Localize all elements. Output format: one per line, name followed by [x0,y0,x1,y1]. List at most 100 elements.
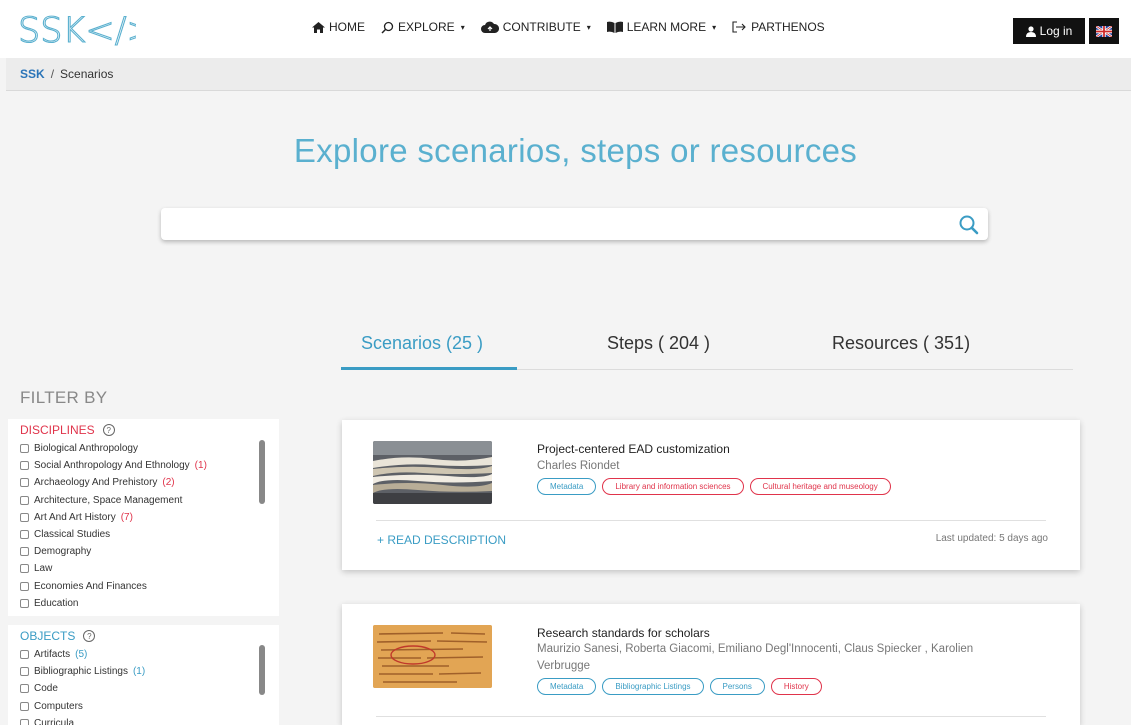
help-icon[interactable]: ? [102,424,115,436]
help-icon[interactable]: ? [83,630,96,642]
cloud-upload-icon [480,21,499,33]
login-label: Log in [1039,24,1073,38]
tag-history[interactable]: History [770,678,822,695]
scenario-tags: Metadata Bibliographic Listings Persons … [537,678,822,695]
user-icon [1025,25,1036,37]
nav-home[interactable]: HOME [312,20,365,34]
search-icon[interactable] [958,214,980,236]
filter-option-label: Classical Studies [34,529,111,541]
card-divider [376,520,1046,521]
svg-text:SSK</>: SSK</> [18,11,136,48]
filter-option-label: Archaeology And Prehistory [34,477,158,489]
tag-metadata[interactable]: Metadata [537,478,597,495]
active-tab-indicator [341,367,517,370]
filter-checkbox[interactable] [20,512,29,522]
search-input[interactable] [161,208,988,240]
nav-learn-more[interactable]: LEARN MORE ▾ [606,20,717,34]
filter-option-label: Curricula [34,717,75,725]
filter-checkbox[interactable] [20,650,29,660]
filter-option[interactable]: Computers [20,698,267,715]
filter-checkbox[interactable] [20,564,29,574]
scenario-thumbnail[interactable] [373,441,492,504]
filter-option-label: Bibliographic Listings [34,666,128,678]
filter-option-label: Code [34,683,58,695]
tag-metadata[interactable]: Metadata [537,678,597,695]
uk-flag-icon [1096,25,1112,37]
nav-contribute[interactable]: CONTRIBUTE ▾ [480,20,591,34]
filter-checkbox[interactable] [20,495,29,505]
scenario-authors: Charles Riondet [537,460,620,472]
filter-option[interactable]: Curricula [20,715,267,725]
nav-parthenos[interactable]: PARTHENOS [732,20,825,34]
nav-explore-label: EXPLORE [398,20,455,34]
ssk-logo[interactable]: SSK</> [18,10,136,48]
tab-scenarios[interactable]: Scenarios (25 ) [361,333,483,354]
read-description-button[interactable]: + READ DESCRIPTION [377,533,506,547]
objects-label: OBJECTS [20,629,76,643]
disciplines-scrollbar[interactable] [259,440,265,504]
filter-option[interactable]: Demography [20,543,267,560]
filter-option[interactable]: Social Anthropology And Ethnology (1) [20,457,267,474]
tab-steps[interactable]: Steps ( 204 ) [607,333,710,354]
filter-option-label: Computers [34,700,83,712]
filter-option[interactable]: Archaeology And Prehistory (2) [20,474,267,491]
tag-cultural-heritage[interactable]: Cultural heritage and museology [749,478,891,495]
filter-group-disciplines: DISCIPLINES ? Biological Anthropology Soc… [8,419,279,616]
login-button[interactable]: Log in [1013,18,1085,44]
filter-checkbox[interactable] [20,461,29,471]
filter-option-count: (1) [132,666,146,678]
filter-option[interactable]: Classical Studies [20,526,267,543]
tag-persons[interactable]: Persons [709,678,765,695]
filter-checkbox[interactable] [20,478,29,488]
filter-checkbox[interactable] [20,547,29,557]
filter-option[interactable]: Economies And Finances [20,578,267,595]
filter-option-count: (1) [194,460,207,472]
scenario-thumbnail[interactable] [373,625,492,688]
tag-bibliographic-listings[interactable]: Bibliographic Listings [602,678,704,695]
filter-checkbox[interactable] [20,598,29,608]
top-navbar: SSK</> HOME EXPLORE ▾ CONTRIBUTE ▾ LEARN… [0,0,1131,58]
objects-scrollbar[interactable] [259,645,265,695]
nav-parthenos-label: PARTHENOS [751,20,825,34]
breadcrumb: SSK / Scenarios [6,58,1131,91]
filter-option-label: Art And Art History [34,511,116,523]
scenario-card: Research standards for scholars Maurizio… [342,604,1080,725]
filter-option-label: Law [34,563,53,575]
filter-option[interactable]: Education [20,595,267,612]
nav-explore[interactable]: EXPLORE ▾ [381,20,465,34]
breadcrumb-root-link[interactable]: SSK [20,67,45,81]
filter-title: FILTER BY [20,388,108,407]
scenario-title[interactable]: Project-centered EAD customization [537,442,730,456]
filter-option[interactable]: Art And Art History (7) [20,509,267,526]
search-icon [381,21,394,34]
filter-checkbox[interactable] [20,581,29,591]
last-updated: Last updated: 5 days ago [935,533,1048,544]
chevron-down-icon: ▾ [460,22,465,32]
main-nav: HOME EXPLORE ▾ CONTRIBUTE ▾ LEARN MORE ▾… [312,20,825,34]
filter-option[interactable]: Bibliographic Listings (1) [20,663,267,680]
filter-option[interactable]: Law [20,560,267,577]
chevron-down-icon: ▾ [712,22,717,32]
filter-checkbox[interactable] [20,684,29,694]
scenario-title[interactable]: Research standards for scholars [537,626,710,640]
filter-option-label: Social Anthropology And Ethnology [34,460,190,472]
filter-option[interactable]: Code [20,680,267,697]
scenario-authors: Maurizio Sanesi, Roberta Giacomi, Emilia… [537,643,974,672]
tag-library-information-sciences[interactable]: Library and information sciences [602,478,744,495]
nav-home-label: HOME [329,20,365,34]
filter-checkbox[interactable] [20,530,29,540]
language-button[interactable] [1089,18,1119,44]
filter-checkbox[interactable] [20,444,29,454]
filter-checkbox[interactable] [20,667,29,677]
scenario-tags: Metadata Library and information science… [537,478,891,495]
filter-option-label: Economies And Finances [34,580,147,592]
tab-resources[interactable]: Resources ( 351) [832,333,970,354]
filter-option[interactable]: Architecture, Space Management [20,492,267,509]
page-title: Explore scenarios, steps or resources [293,132,858,169]
filter-option[interactable]: Artifacts (5) [20,646,267,663]
filter-option-label: Education [34,597,79,609]
filter-checkbox[interactable] [20,701,29,711]
chevron-down-icon: ▾ [586,22,591,32]
filter-option[interactable]: Biological Anthropology [20,440,267,457]
filter-checkbox[interactable] [20,718,29,725]
